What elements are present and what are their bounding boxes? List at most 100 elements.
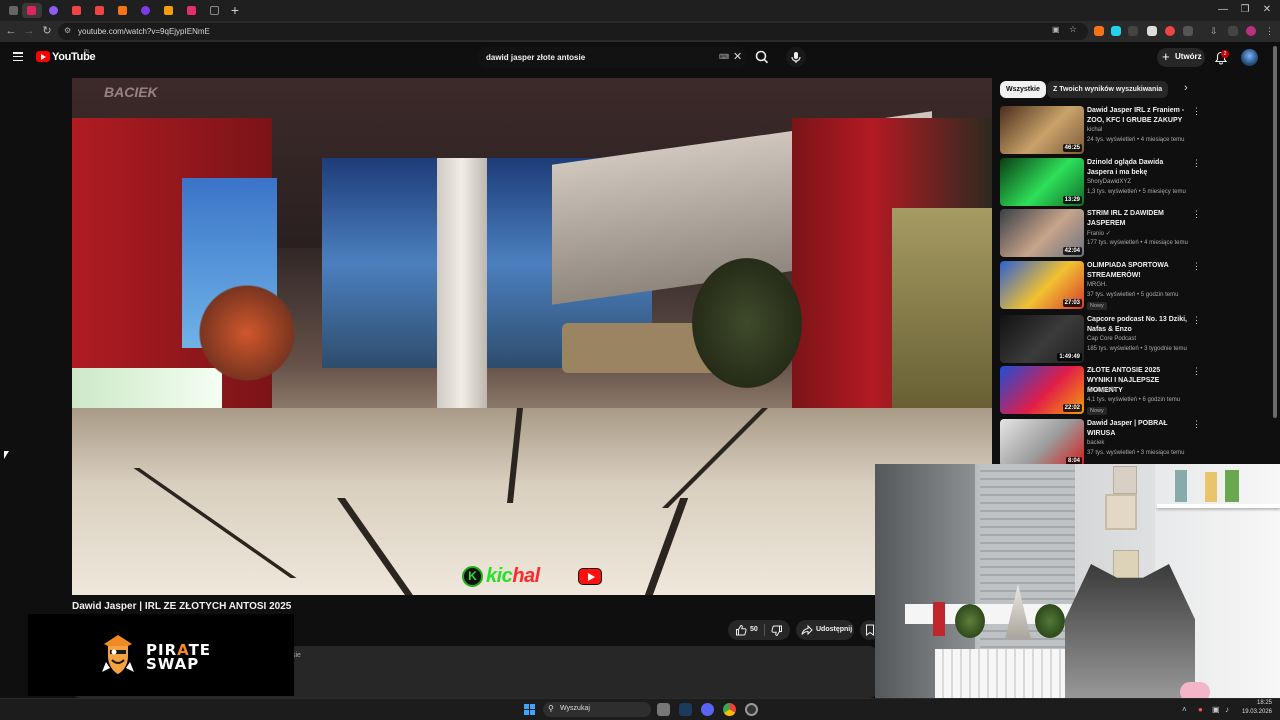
video-thumbnail[interactable]: 8:04 xyxy=(1000,419,1084,467)
clock-time[interactable]: 18:25 xyxy=(1244,700,1272,706)
volume-icon[interactable]: ♪ xyxy=(1225,705,1229,714)
video-player[interactable]: BACIEK K kichal xyxy=(72,78,992,595)
obs-icon[interactable] xyxy=(745,703,758,716)
search-button[interactable] xyxy=(752,47,772,68)
extensions-puzzle-icon[interactable] xyxy=(1183,26,1193,36)
recommendation-item[interactable]: 13:29 Dzinold ogląda Dawida Jaspera i ma … xyxy=(1000,158,1201,206)
more-options-icon[interactable]: ⋮ xyxy=(1192,367,1201,376)
thumbs-up-icon[interactable] xyxy=(735,624,747,636)
channel-name[interactable]: ShoryDawidXYZ xyxy=(1087,179,1131,185)
chip-all[interactable]: Wszystkie xyxy=(1000,81,1046,98)
bookmark-star-icon[interactable]: ☆ xyxy=(1069,24,1077,35)
hamburger-menu-icon[interactable] xyxy=(13,52,23,62)
verified-icon: ✓ xyxy=(1105,231,1111,237)
page-scrollbar[interactable] xyxy=(1273,46,1277,418)
tab[interactable] xyxy=(44,3,64,18)
recommendation-item[interactable]: 22:02 ZŁOTE ANTOSIE 2025 WYNIKI I NAJLEPS… xyxy=(1000,366,1201,415)
clear-search-icon[interactable]: ✕ xyxy=(733,50,742,63)
video-thumbnail[interactable]: 13:29 xyxy=(1000,158,1084,206)
recommendation-title[interactable]: Dzinold ogląda Dawida Jaspera i ma bekę xyxy=(1087,158,1187,178)
video-thumbnail[interactable]: 46:25 xyxy=(1000,106,1084,154)
chrome-icon[interactable] xyxy=(723,703,736,716)
video-thumbnail[interactable]: 1:49:49 xyxy=(1000,315,1084,363)
search-query[interactable]: dawid jasper złote antosie xyxy=(486,51,585,64)
tab-youtube-active[interactable] xyxy=(22,3,42,18)
video-thumbnail[interactable]: 27:03 xyxy=(1000,261,1084,309)
keyboard-icon[interactable]: ⌨ xyxy=(719,53,729,61)
more-options-icon[interactable]: ⋮ xyxy=(1192,316,1201,325)
recommendation-title[interactable]: Capcore podcast No. 13 Dziki, Nafas & En… xyxy=(1087,315,1187,335)
more-options-icon[interactable]: ⋮ xyxy=(1192,159,1201,168)
forward-icon[interactable]: → xyxy=(22,24,36,39)
close-window-button[interactable]: ✕ xyxy=(1258,3,1276,17)
channel-name[interactable]: Szotopedia xyxy=(1087,387,1117,393)
recommendation-title[interactable]: Dawid Jasper | POBRAŁ WIRUSA xyxy=(1087,419,1187,439)
recommendation-title[interactable]: STRIM IRL Z DAWIDEM JASPEREM xyxy=(1087,209,1187,229)
tab-search-icon[interactable] xyxy=(1228,26,1238,36)
discord-icon[interactable] xyxy=(701,703,714,716)
back-icon[interactable]: ← xyxy=(4,24,18,39)
youtube-logo-icon[interactable] xyxy=(36,51,50,62)
extension-icon[interactable] xyxy=(1165,26,1175,36)
steam-icon[interactable] xyxy=(679,703,692,716)
like-count[interactable]: 50 xyxy=(750,626,758,633)
profile-avatar-icon[interactable] xyxy=(1246,26,1256,36)
new-tab-button[interactable]: + xyxy=(228,2,242,18)
tab[interactable] xyxy=(159,3,179,18)
tab[interactable] xyxy=(90,3,110,18)
chip-from-search[interactable]: Z Twoich wyników wyszukiwania xyxy=(1047,81,1169,98)
channel-name[interactable]: Cap Core Podcast xyxy=(1087,336,1136,342)
tab[interactable] xyxy=(113,3,133,18)
thumbs-down-icon[interactable] xyxy=(771,625,783,637)
more-options-icon[interactable]: ⋮ xyxy=(1192,210,1201,219)
tab[interactable] xyxy=(136,3,156,18)
url-text[interactable]: youtube.com/watch?v=9qEjypIENmE xyxy=(78,25,210,38)
search-input[interactable]: dawid jasper złote antosie ⌨ ✕ xyxy=(476,47,748,68)
share-button[interactable]: Udostępnij xyxy=(796,620,854,640)
tray-chevron-icon[interactable]: ˄ xyxy=(1182,705,1187,714)
create-button[interactable]: + Utwórz xyxy=(1157,48,1205,67)
extension-icon[interactable] xyxy=(1111,26,1121,36)
recommendation-item[interactable]: 8:04 Dawid Jasper | POBRAŁ WIRUSA baciek 37… xyxy=(1000,419,1201,467)
tab[interactable] xyxy=(182,3,202,18)
more-options-icon[interactable]: ⋮ xyxy=(1192,107,1201,116)
recommendation-item[interactable]: 42:04 STRIM IRL Z DAWIDEM JASPEREM Franio … xyxy=(1000,209,1201,257)
pirate-logo-icon xyxy=(102,635,134,674)
minimize-button[interactable]: — xyxy=(1214,3,1232,17)
browser-menu-icon[interactable]: ⋮ xyxy=(1265,26,1275,36)
channel-name[interactable]: MRGH. xyxy=(1087,282,1107,288)
tab[interactable] xyxy=(205,3,225,18)
channel-name[interactable]: kichal xyxy=(1087,127,1102,133)
recommendation-title[interactable]: OLIMPIADA SPORTOWA STREAMERÓW! xyxy=(1087,261,1187,281)
account-avatar[interactable] xyxy=(1241,49,1258,66)
more-options-icon[interactable]: ⋮ xyxy=(1192,420,1201,429)
clock-date[interactable]: 19.03.2026 xyxy=(1238,709,1272,715)
video-thumbnail[interactable]: 22:02 xyxy=(1000,366,1084,414)
extension-icon[interactable] xyxy=(1128,26,1138,36)
channel-name[interactable]: baciek xyxy=(1087,440,1104,446)
extension-icon[interactable] xyxy=(1094,26,1104,36)
install-app-icon[interactable]: ▣ xyxy=(1052,25,1060,34)
extension-icon[interactable] xyxy=(1147,26,1157,36)
maximize-button[interactable]: ❐ xyxy=(1236,3,1254,17)
recommendation-item[interactable]: 1:49:49 Capcore podcast No. 13 Dziki, Naf… xyxy=(1000,315,1201,363)
tab[interactable] xyxy=(4,3,24,18)
video-thumbnail[interactable]: 42:04 xyxy=(1000,209,1084,257)
channel-name[interactable]: Franio ✓ xyxy=(1087,230,1111,237)
recommendation-item[interactable]: 27:03 OLIMPIADA SPORTOWA STREAMERÓW! MRGH.… xyxy=(1000,261,1201,310)
task-view-icon[interactable] xyxy=(657,703,670,716)
taskbar-search-box[interactable]: ⚲ Wyszukaj xyxy=(543,702,651,717)
recommendation-item[interactable]: 46:25 Dawid Jasper IRL z Franiem - ZOO, K… xyxy=(1000,106,1201,154)
tray-app-icon[interactable]: ● xyxy=(1198,705,1203,714)
download-icon[interactable]: ⇩ xyxy=(1210,26,1220,36)
recommendation-title[interactable]: Dawid Jasper IRL z Franiem - ZOO, KFC I … xyxy=(1087,106,1187,126)
network-icon[interactable]: ▣ xyxy=(1212,705,1220,714)
site-info-icon[interactable]: ⚙ xyxy=(64,26,71,35)
reload-icon[interactable]: ↻ xyxy=(40,24,54,39)
windows-start-icon[interactable] xyxy=(524,704,535,715)
more-options-icon[interactable]: ⋮ xyxy=(1192,262,1201,271)
address-bar[interactable]: ⚙ youtube.com/watch?v=9qEjypIENmE ▣ ☆ xyxy=(58,23,1088,40)
voice-search-button[interactable] xyxy=(786,47,806,67)
chevron-right-icon[interactable]: › xyxy=(1184,82,1188,94)
tab[interactable] xyxy=(67,3,87,18)
